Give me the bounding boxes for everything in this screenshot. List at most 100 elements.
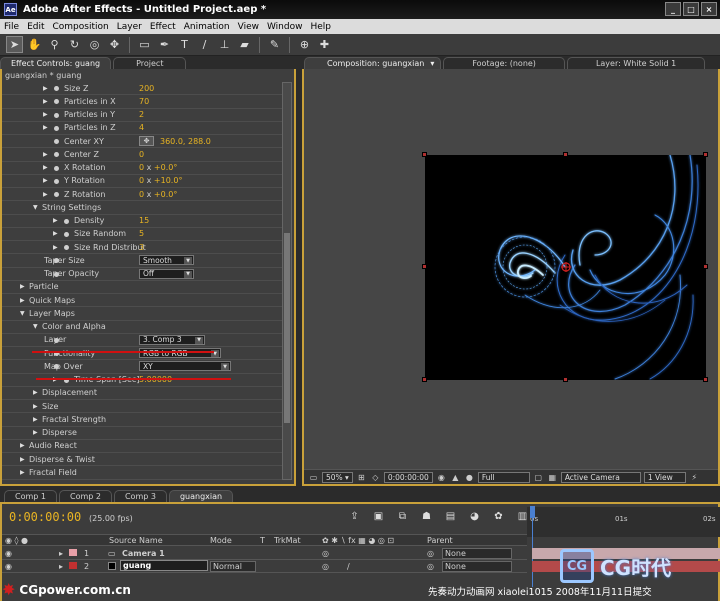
visibility-eye-icon[interactable]: ◉ (5, 562, 12, 571)
expand-arrow-icon[interactable]: ▶ (43, 98, 48, 105)
property-value[interactable]: 5 (139, 229, 144, 238)
parent-pick-whip-icon[interactable]: ◎ (427, 562, 434, 571)
effect-property-row[interactable]: ▶ Particles in Z 4 (2, 122, 283, 135)
clone-stamp-tool-icon[interactable]: ⊥ (216, 36, 233, 53)
effect-property-row[interactable]: ▼ Layer Maps (2, 307, 283, 321)
expand-arrow-icon[interactable]: ▶ (43, 111, 48, 118)
expand-arrow-icon[interactable]: ▶ (33, 389, 38, 396)
mask-view-icon[interactable]: ◇ (370, 472, 381, 483)
hand-tool-icon[interactable]: ✋ (26, 36, 43, 53)
rotation-tool-icon[interactable]: ↻ (66, 36, 83, 53)
effect-property-row[interactable]: ▶ Size Random 5 (2, 228, 283, 241)
effect-property-row[interactable]: ▶ Particle (2, 281, 283, 294)
world-axis-icon[interactable]: ✚ (316, 36, 333, 53)
effect-controls-scrollbar[interactable] (282, 82, 292, 480)
column-mode[interactable]: Mode (210, 536, 232, 545)
tab-composition[interactable]: Composition: guangxian ▾ (304, 57, 442, 69)
expand-arrow-icon[interactable]: ▶ (43, 124, 48, 131)
layer-name[interactable]: guang (120, 560, 208, 571)
comp-flowchart-icon[interactable]: ⧉ (395, 510, 410, 523)
parent-pick-whip-icon[interactable]: ◎ (427, 549, 434, 558)
layer-switch-icon[interactable]: ◎ (322, 549, 329, 558)
effect-property-row[interactable]: ▼ Color and Alpha (2, 321, 283, 334)
effect-property-row[interactable]: ▶ Y Rotation 0 x +10.0° (2, 175, 283, 188)
menu-animation[interactable]: Animation (180, 22, 234, 32)
time-ruler[interactable]: 0s 01s 02s (527, 507, 720, 537)
layer-handle[interactable] (563, 152, 568, 157)
menu-window[interactable]: Window (263, 22, 307, 32)
expand-arrow-icon[interactable]: ▶ (53, 217, 58, 224)
effect-property-row[interactable]: Center XY ✥ 360.0, 288.0 (2, 135, 283, 149)
effect-property-row[interactable]: ▶ Center Z 0 (2, 148, 283, 162)
expand-arrow-icon[interactable]: ▶ (33, 416, 38, 423)
tab-layer[interactable]: Layer: White Solid 1 (566, 57, 706, 69)
expand-arrow-icon[interactable]: ▶ (20, 442, 25, 449)
maximize-button[interactable]: □ (683, 2, 699, 16)
column-source-name[interactable]: Source Name (109, 536, 163, 545)
draft-3d-icon[interactable]: ▣ (371, 510, 386, 523)
fast-previews-icon[interactable]: ⚡ (689, 472, 700, 483)
channel-icon[interactable]: ● (464, 472, 475, 483)
show-snapshot-icon[interactable]: ▲ (450, 472, 461, 483)
layer-handle[interactable] (703, 152, 708, 157)
expand-arrow-icon[interactable]: ▶ (53, 244, 58, 251)
brush-tool-icon[interactable]: ∕ (196, 36, 213, 53)
menu-edit[interactable]: Edit (23, 22, 48, 32)
layer-handle[interactable] (422, 152, 427, 157)
zoom-tool-icon[interactable]: ⚲ (46, 36, 63, 53)
layer-handle[interactable] (703, 377, 708, 382)
property-value[interactable]: 0 (139, 150, 144, 159)
expand-arrow-icon[interactable]: ▶ (20, 297, 25, 304)
expand-arrow-icon[interactable]: ▶ (20, 456, 25, 463)
expand-arrow-icon[interactable]: ▸ (59, 549, 63, 558)
property-value[interactable]: 15 (139, 216, 149, 225)
effect-property-row[interactable]: ▶ Displacement (2, 387, 283, 400)
effect-property-row[interactable]: ▶ Size Rnd Distribut 3 (2, 241, 283, 255)
expand-arrow-icon[interactable]: ▶ (33, 429, 38, 436)
table-row[interactable]: ◉ ▸ 2 guang Normal ◎ ∕ ◎ None (2, 560, 527, 573)
stopwatch-icon[interactable] (54, 125, 59, 131)
stopwatch-icon[interactable] (64, 231, 69, 237)
menu-composition[interactable]: Composition (49, 22, 113, 32)
mode-dropdown[interactable]: Normal (210, 561, 256, 572)
shy-layers-icon[interactable]: ☗ (419, 510, 434, 523)
menu-effect[interactable]: Effect (146, 22, 180, 32)
tab-project[interactable]: Project (113, 57, 187, 69)
effect-property-row[interactable]: ▶ Fractal Field (2, 466, 283, 480)
property-value[interactable]: 2 (139, 110, 144, 119)
collapse-arrow-icon[interactable]: ▼ (33, 204, 38, 211)
effect-property-row[interactable]: Map Over XY ▼ (2, 360, 283, 374)
selection-tool-icon[interactable]: ➤ (6, 36, 23, 53)
layer-handle[interactable] (422, 377, 427, 382)
stopwatch-icon[interactable] (54, 99, 59, 105)
effect-switch-icon[interactable]: ∕ (347, 562, 350, 571)
collapse-arrow-icon[interactable]: ▼ (33, 323, 38, 330)
motion-blur-icon[interactable]: ◕ (467, 510, 482, 523)
property-value[interactable]: 200 (139, 84, 154, 93)
column-t[interactable]: T (260, 536, 265, 545)
property-dropdown[interactable]: XY ▼ (139, 361, 231, 372)
stopwatch-icon[interactable] (54, 86, 59, 91)
layer-switch-icon[interactable]: ◎ (322, 562, 329, 571)
angle-value[interactable]: 0 x +0.0° (139, 163, 177, 172)
column-trkmat[interactable]: TrkMat (274, 536, 301, 545)
effect-property-row[interactable]: ▶ Density 15 (2, 215, 283, 228)
eraser-tool-icon[interactable]: ▰ (236, 36, 253, 53)
expand-arrow-icon[interactable]: ▶ (43, 151, 48, 158)
effect-property-row[interactable]: ▶ X Rotation 0 x +0.0° (2, 162, 283, 175)
expand-arrow-icon[interactable]: ▶ (53, 230, 58, 237)
effect-property-row[interactable]: ▶ Quick Maps (2, 294, 283, 308)
axis-mode-icon[interactable]: ⊕ (296, 36, 313, 53)
expand-arrow-icon[interactable]: ▶ (43, 164, 48, 171)
column-parent[interactable]: Parent (427, 536, 453, 545)
crosshair-icon[interactable]: ✥ (139, 136, 154, 146)
effect-property-row[interactable]: ▶ Z Rotation 0 x +0.0° (2, 188, 283, 202)
menu-help[interactable]: Help (306, 22, 335, 32)
property-dropdown[interactable]: 3. Comp 3 ▼ (139, 334, 205, 345)
layer-name[interactable]: Camera 1 (122, 549, 165, 558)
expand-arrow-icon[interactable]: ▶ (33, 403, 38, 410)
track-xy-camera-tool-icon[interactable]: ✥ (106, 36, 123, 53)
expand-arrow-icon[interactable]: ▶ (43, 85, 48, 92)
tab-guangxian[interactable]: guangxian (168, 490, 234, 502)
effect-property-row[interactable]: ▶ Particles in Y 2 (2, 109, 283, 122)
